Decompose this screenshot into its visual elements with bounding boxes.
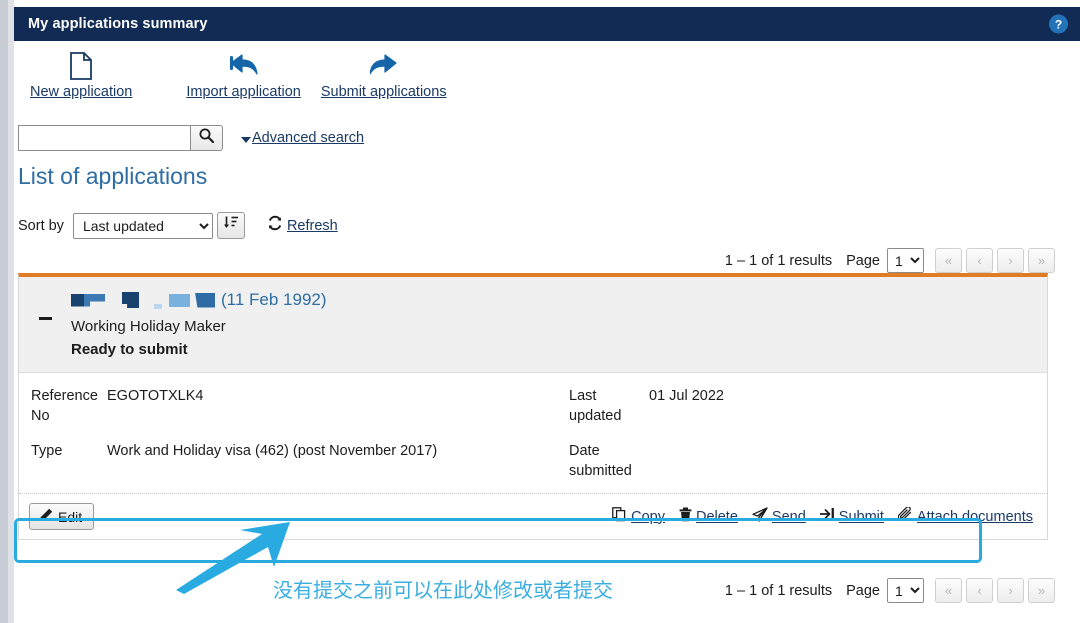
pagination-results-text: 1 – 1 of 1 results: [724, 582, 833, 599]
pagination-page-select[interactable]: 1: [887, 578, 924, 603]
copy-action[interactable]: Copy: [612, 506, 665, 527]
page-root: My applications summary ? New applicatio…: [0, 0, 1080, 623]
paperclip-icon: [897, 505, 913, 527]
pagination-last-button[interactable]: »: [1028, 248, 1055, 273]
sort-by-label: Sort by: [18, 217, 64, 234]
applicant-name-row: (11 Feb 1992): [71, 289, 327, 311]
new-application-label: New application: [30, 84, 133, 100]
pagination-bottom: 1 – 1 of 1 results Page 1 « ‹ › »: [725, 578, 1055, 603]
sign-in-arrow-icon: [819, 507, 835, 526]
refresh-label: Refresh: [286, 217, 338, 234]
application-summary: (11 Feb 1992) Working Holiday Maker Read…: [71, 287, 327, 358]
collapse-minus-icon[interactable]: [19, 287, 71, 320]
search-icon: [199, 128, 215, 148]
pagination-results-text: 1 – 1 of 1 results: [724, 252, 833, 269]
pagination-next-button[interactable]: ›: [997, 248, 1024, 273]
pagination-page-select[interactable]: 1: [887, 248, 924, 273]
search-button[interactable]: [190, 125, 223, 151]
pagination-next-button[interactable]: ›: [997, 578, 1024, 603]
pagination-first-button[interactable]: «: [935, 578, 962, 603]
delete-label: Delete: [695, 508, 738, 525]
application-card: (11 Feb 1992) Working Holiday Maker Read…: [18, 273, 1048, 541]
new-document-icon: [69, 50, 93, 80]
collapse-bar: [38, 317, 52, 320]
advanced-search-link[interactable]: Advanced search: [241, 130, 364, 146]
detail-label: Reference No: [31, 388, 98, 424]
redaction-block: [169, 293, 190, 307]
detail-row: Reference No EGOTOTXLK4: [31, 387, 551, 426]
main-toolbar: New application Import application Submi…: [14, 50, 453, 100]
detail-value: Work and Holiday visa (462) (post Novemb…: [107, 443, 438, 460]
new-application-button[interactable]: New application: [24, 50, 138, 100]
paper-plane-icon: [752, 507, 768, 527]
detail-label: Last updated: [569, 388, 622, 424]
chevron-down-icon: [241, 136, 251, 143]
pagination-last-button[interactable]: »: [1028, 578, 1055, 603]
redaction-block: [122, 292, 139, 308]
pagination-nav: « ‹ › »: [935, 248, 1055, 273]
annotation-text: 没有提交之前可以在此处修改或者提交: [273, 578, 613, 602]
applicant-dob: (11 Feb 1992): [221, 290, 327, 309]
edit-button-label: Edit: [58, 508, 83, 525]
detail-row: Type Work and Holiday visa (462) (post N…: [31, 442, 551, 462]
forward-arrow-icon: [369, 50, 398, 80]
action-links: Copy Delete Send Submit Attach documents: [612, 505, 1033, 527]
submit-action[interactable]: Submit: [819, 507, 884, 526]
detail-row: Last updated 01 Jul 2022: [569, 387, 724, 426]
pagination-nav: « ‹ › »: [935, 578, 1055, 603]
copy-icon: [612, 506, 627, 527]
sort-direction-button[interactable]: [216, 212, 245, 239]
left-gutter: [0, 0, 14, 623]
edit-button[interactable]: Edit: [29, 503, 95, 531]
detail-value: EGOTOTXLK4: [107, 388, 204, 404]
application-card-body: Reference No EGOTOTXLK4 Type Work and Ho…: [19, 373, 1047, 493]
refresh-link[interactable]: Refresh: [267, 215, 338, 236]
application-stream: Working Holiday Maker: [71, 318, 226, 335]
search-row: Advanced search: [18, 125, 364, 151]
status-badge: Ready to submit: [71, 341, 188, 358]
submit-label: Send: [771, 508, 806, 525]
detail-row: Date submitted: [569, 442, 724, 481]
submit-applications-label: Submit applications: [320, 84, 447, 100]
page-title: My applications summary: [28, 16, 208, 32]
submit-applications-button[interactable]: Submit applications: [315, 50, 453, 100]
pagination-top: 1 – 1 of 1 results Page 1 « ‹ › »: [725, 248, 1055, 273]
pagination-prev-button[interactable]: ‹: [966, 248, 993, 273]
reply-arrow-icon: [229, 50, 259, 80]
detail-label: Date submitted: [569, 443, 632, 479]
import-application-label: Import application: [186, 84, 301, 100]
detail-label: Type: [31, 443, 63, 460]
detail-value: 01 Jul 2022: [649, 388, 724, 404]
trash-icon: [679, 507, 692, 527]
pencil-icon: [39, 508, 53, 525]
copy-label: Copy: [631, 508, 665, 525]
sort-descending-icon: [223, 215, 239, 236]
help-icon-label: ?: [1054, 17, 1063, 31]
details-left-column: Reference No EGOTOTXLK4 Type Work and Ho…: [19, 387, 551, 481]
list-of-applications-heading: List of applications: [18, 163, 208, 189]
pagination-page-label: Page: [846, 582, 880, 599]
submit-action-label: Submit: [838, 508, 884, 525]
redaction-block: [195, 292, 215, 308]
delete-action[interactable]: Delete: [679, 507, 738, 527]
import-application-button[interactable]: Import application: [180, 50, 306, 100]
search-input[interactable]: [18, 125, 190, 151]
application-action-bar: Edit Copy Delete Send Submit Attach docu…: [19, 493, 1047, 539]
advanced-search-label: Advanced search: [252, 130, 365, 146]
attach-documents-label: Attach documents: [916, 508, 1033, 525]
sort-by-select[interactable]: Last updated: [72, 212, 213, 239]
pagination-page-label: Page: [846, 252, 880, 269]
pagination-prev-button[interactable]: ‹: [966, 578, 993, 603]
help-circle-icon[interactable]: ?: [1049, 14, 1068, 34]
redaction-block: [71, 293, 105, 307]
application-card-header: (11 Feb 1992) Working Holiday Maker Read…: [19, 277, 1047, 373]
send-action[interactable]: Send: [752, 507, 806, 527]
window-titlebar: My applications summary ?: [14, 7, 1080, 41]
pagination-first-button[interactable]: «: [935, 248, 962, 273]
sort-row: Sort by Last updated Refresh: [18, 212, 338, 239]
refresh-icon: [267, 215, 283, 236]
redaction-block: [154, 304, 162, 309]
details-right-column: Last updated 01 Jul 2022 Date submitted: [551, 387, 724, 481]
attach-documents-action[interactable]: Attach documents: [897, 505, 1033, 527]
